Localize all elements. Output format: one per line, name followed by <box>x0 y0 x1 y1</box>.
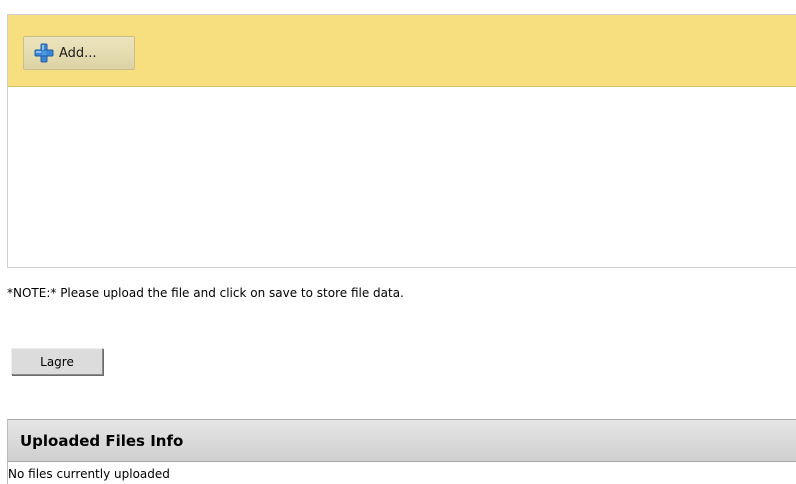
save-button[interactable]: Lagre <box>11 348 103 375</box>
upload-toolbar: Add... <box>8 15 796 87</box>
no-files-message: No files currently uploaded <box>8 467 170 481</box>
add-button-label: Add... <box>59 45 97 61</box>
uploaded-files-header: Uploaded Files Info <box>7 419 796 462</box>
uploaded-files-title: Uploaded Files Info <box>20 431 184 450</box>
upload-panel: Add... <box>7 14 796 268</box>
plus-icon <box>34 43 54 63</box>
add-file-button[interactable]: Add... <box>23 36 135 70</box>
upload-note: *NOTE:* Please upload the file and click… <box>7 286 404 300</box>
